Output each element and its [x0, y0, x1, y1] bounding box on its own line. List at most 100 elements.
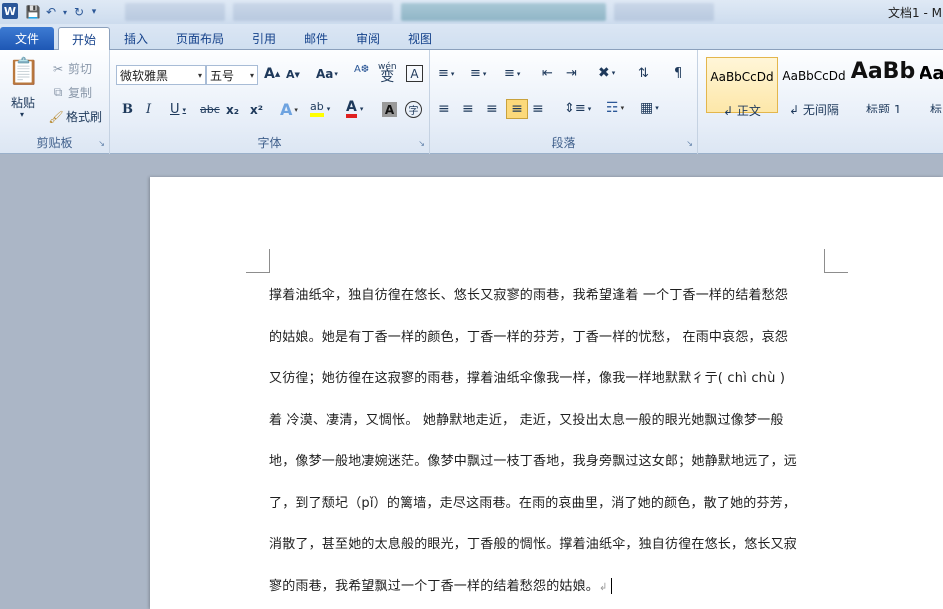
- paste-dropdown-icon[interactable]: ▾: [20, 110, 24, 119]
- tab-home[interactable]: 开始: [58, 27, 110, 51]
- font-size-value: 五号: [210, 68, 235, 83]
- tab-review[interactable]: 审阅: [348, 27, 388, 50]
- highlight-button[interactable]: ab ▾: [310, 100, 330, 117]
- decrease-indent-icon[interactable]: ⇤: [542, 66, 553, 81]
- font-size-combo[interactable]: 五号 ▾: [206, 65, 258, 85]
- strikethrough-button[interactable]: abc: [200, 103, 220, 116]
- format-painter-label: 格式刷: [66, 110, 103, 124]
- style-heading-1[interactable]: AaBb 标题 1: [850, 57, 916, 113]
- ribbon-tab-row: 文件 开始 插入 页面布局 引用 邮件 审阅 视图: [0, 24, 943, 51]
- tab-mailings[interactable]: 邮件: [296, 27, 336, 50]
- text-line: 着 冷漠、凄清，又惆怅。 她静默地走近， 走近，又投出太息一般的眼光她飘过像梦一…: [269, 412, 784, 428]
- bold-button[interactable]: B: [122, 102, 133, 117]
- font-color-button[interactable]: A ▾: [346, 100, 363, 118]
- paste-icon[interactable]: 📋: [8, 56, 40, 88]
- tab-file[interactable]: 文件: [0, 27, 54, 50]
- align-right-icon[interactable]: ≡: [486, 101, 498, 117]
- clipboard-group-label: 剪贴板: [36, 136, 73, 150]
- style-name: 标题 1: [866, 103, 902, 113]
- bullets-button[interactable]: ≡ ▾: [438, 66, 454, 81]
- paragraph-group: ≡ ▾ ≡ ▾ ≡ ▾ ⇤ ⇥ ✖ ▾ ⇅ ¶ ≡ ≡ ≡ ≡ ≡ ⇕≡ ▾ ☶ ▾ ▦ ▾ …: [430, 50, 698, 154]
- customize-toolbar-icon[interactable]: ▾: [88, 3, 100, 21]
- tab-references[interactable]: 引用: [244, 27, 284, 50]
- margin-crop-mark-right: [824, 249, 848, 273]
- character-border-button[interactable]: A: [406, 65, 423, 82]
- document-workspace: 撑着油纸伞，独自彷徨在悠长、悠长又寂寥的雨巷，我希望逢着 一个丁香一样的结着愁怨…: [0, 155, 943, 609]
- tab-view[interactable]: 视图: [400, 27, 440, 50]
- tab-page-layout[interactable]: 页面布局: [170, 27, 230, 50]
- save-icon[interactable]: 💾: [24, 3, 42, 21]
- style-name: ↲ 无间隔: [789, 103, 839, 117]
- enclose-characters-button[interactable]: 字: [405, 101, 422, 118]
- grow-font-button[interactable]: A ▲: [264, 66, 280, 82]
- underline-icon: U: [170, 102, 180, 117]
- text-line-last: 寥的雨巷，我希望飘过一个丁香一样的结着愁怨的姑娘。↲: [269, 566, 829, 608]
- blurred-tab: [125, 3, 225, 21]
- paste-button[interactable]: 粘贴: [11, 94, 35, 111]
- style-normal[interactable]: AaBbCcDd ↲ 正文: [706, 57, 778, 118]
- clipboard-launcher-icon[interactable]: ↘: [98, 139, 105, 148]
- clipboard-group: 📋 粘贴 ▾ ✂ 剪切 ⧉ 复制 🖌 格式刷 剪贴板 ↘: [0, 50, 110, 154]
- distributed-icon[interactable]: ≡: [532, 101, 544, 117]
- margin-crop-mark-left: [246, 249, 270, 273]
- clear-formatting-icon[interactable]: A❆: [354, 64, 369, 75]
- document-body[interactable]: 撑着油纸伞，独自彷徨在悠长、悠长又寂寥的雨巷，我希望逢着 一个丁香一样的结着愁怨…: [269, 275, 829, 607]
- undo-icon[interactable]: ↶: [42, 3, 60, 21]
- cut-label: 剪切: [68, 62, 93, 76]
- word-logo-icon[interactable]: W: [2, 3, 18, 19]
- blurred-tab: [233, 3, 393, 21]
- text-line: 消散了，甚至她的太息般的眼光，丁香般的惆怅。撑着油纸伞，独自彷徨在悠长，悠长又寂: [269, 537, 798, 552]
- font-launcher-icon[interactable]: ↘: [418, 139, 425, 148]
- text-line: 地，像梦一般地凄婉迷茫。像梦中飘过一枝丁香地，我身旁飘过这女郎；她静默地远了，远: [269, 454, 798, 469]
- copy-button[interactable]: ⧉ 复制: [50, 84, 92, 101]
- style-no-spacing[interactable]: AaBbCcDd ↲ 无间隔: [778, 57, 850, 117]
- increase-indent-icon[interactable]: ⇥: [566, 66, 577, 81]
- undo-dropdown-icon[interactable]: ▾: [60, 3, 70, 21]
- tab-insert[interactable]: 插入: [116, 27, 156, 50]
- cut-button[interactable]: ✂ 剪切: [50, 60, 92, 77]
- redo-icon[interactable]: ↻: [70, 3, 88, 21]
- change-case-button[interactable]: Aa ▾: [316, 67, 338, 81]
- styles-gallery: AaBbCcDd ↲ 正文 AaBbCcDd ↲ 无间隔 AaBb 标题 1 A…: [700, 50, 943, 154]
- style-name: 标: [930, 103, 943, 113]
- phonetic-guide-button[interactable]: wén 变: [378, 62, 397, 85]
- format-painter-button[interactable]: 🖌 格式刷: [48, 108, 102, 125]
- ribbon: 📋 粘贴 ▾ ✂ 剪切 ⧉ 复制 🖌 格式刷 剪贴板 ↘ 微软雅黑 ▾ 五号 ▾…: [0, 50, 943, 154]
- underline-button[interactable]: U ▾: [170, 102, 186, 117]
- superscript-button[interactable]: x²: [250, 103, 263, 117]
- font-name-value: 微软雅黑: [120, 68, 169, 83]
- borders-icon: ▦: [640, 100, 654, 116]
- font-color-icon: A: [346, 100, 357, 118]
- text-caret: [610, 578, 612, 594]
- shrink-font-icon: A: [286, 68, 295, 81]
- multilevel-list-button[interactable]: ≡ ▾: [504, 66, 520, 81]
- phonetic-guide-char: 变: [380, 69, 395, 85]
- numbering-button[interactable]: ≡ ▾: [470, 66, 486, 81]
- borders-button[interactable]: ▦ ▾: [640, 100, 659, 116]
- copy-icon: ⧉: [53, 85, 63, 99]
- line-spacing-button[interactable]: ⇕≡ ▾: [564, 101, 591, 116]
- subscript-button[interactable]: x₂: [226, 103, 239, 117]
- font-group: 微软雅黑 ▾ 五号 ▾ A ▲ A ▼ Aa ▾ A❆ wén 变 A B I U ▾ …: [110, 50, 430, 154]
- justify-icon[interactable]: ≡: [506, 99, 528, 119]
- title-bar: W 💾 ↶ ▾ ↻ ▾ 文档1 - M: [0, 0, 943, 24]
- shading-button[interactable]: ☶ ▾: [606, 100, 624, 116]
- align-center-icon[interactable]: ≡: [462, 101, 474, 117]
- font-name-combo[interactable]: 微软雅黑 ▾: [116, 65, 206, 85]
- character-shading-button[interactable]: A: [382, 102, 397, 117]
- bullets-icon: ≡: [438, 66, 449, 81]
- text-effects-button[interactable]: A ▾: [280, 100, 298, 119]
- scissors-icon: ✂: [52, 61, 64, 76]
- text-effects-icon: A: [280, 100, 293, 119]
- italic-button[interactable]: I: [146, 102, 151, 117]
- sort-icon[interactable]: ⇅: [638, 66, 649, 81]
- chinese-layout-button[interactable]: ✖ ▾: [598, 65, 615, 81]
- paragraph-launcher-icon[interactable]: ↘: [686, 139, 693, 148]
- shrink-font-button[interactable]: A ▼: [286, 68, 300, 81]
- show-formatting-icon[interactable]: ¶: [674, 66, 682, 81]
- align-left-icon[interactable]: ≡: [438, 101, 450, 117]
- paragraph-mark-icon: ↲: [599, 581, 608, 593]
- style-heading-2[interactable]: Aa 标: [920, 57, 943, 113]
- text-line: 的姑娘。她是有丁香一样的颜色，丁香一样的芬芳，丁香一样的忧愁， 在雨中哀怨，哀怨: [269, 329, 789, 345]
- document-page[interactable]: 撑着油纸伞，独自彷徨在悠长、悠长又寂寥的雨巷，我希望逢着 一个丁香一样的结着愁怨…: [150, 177, 943, 609]
